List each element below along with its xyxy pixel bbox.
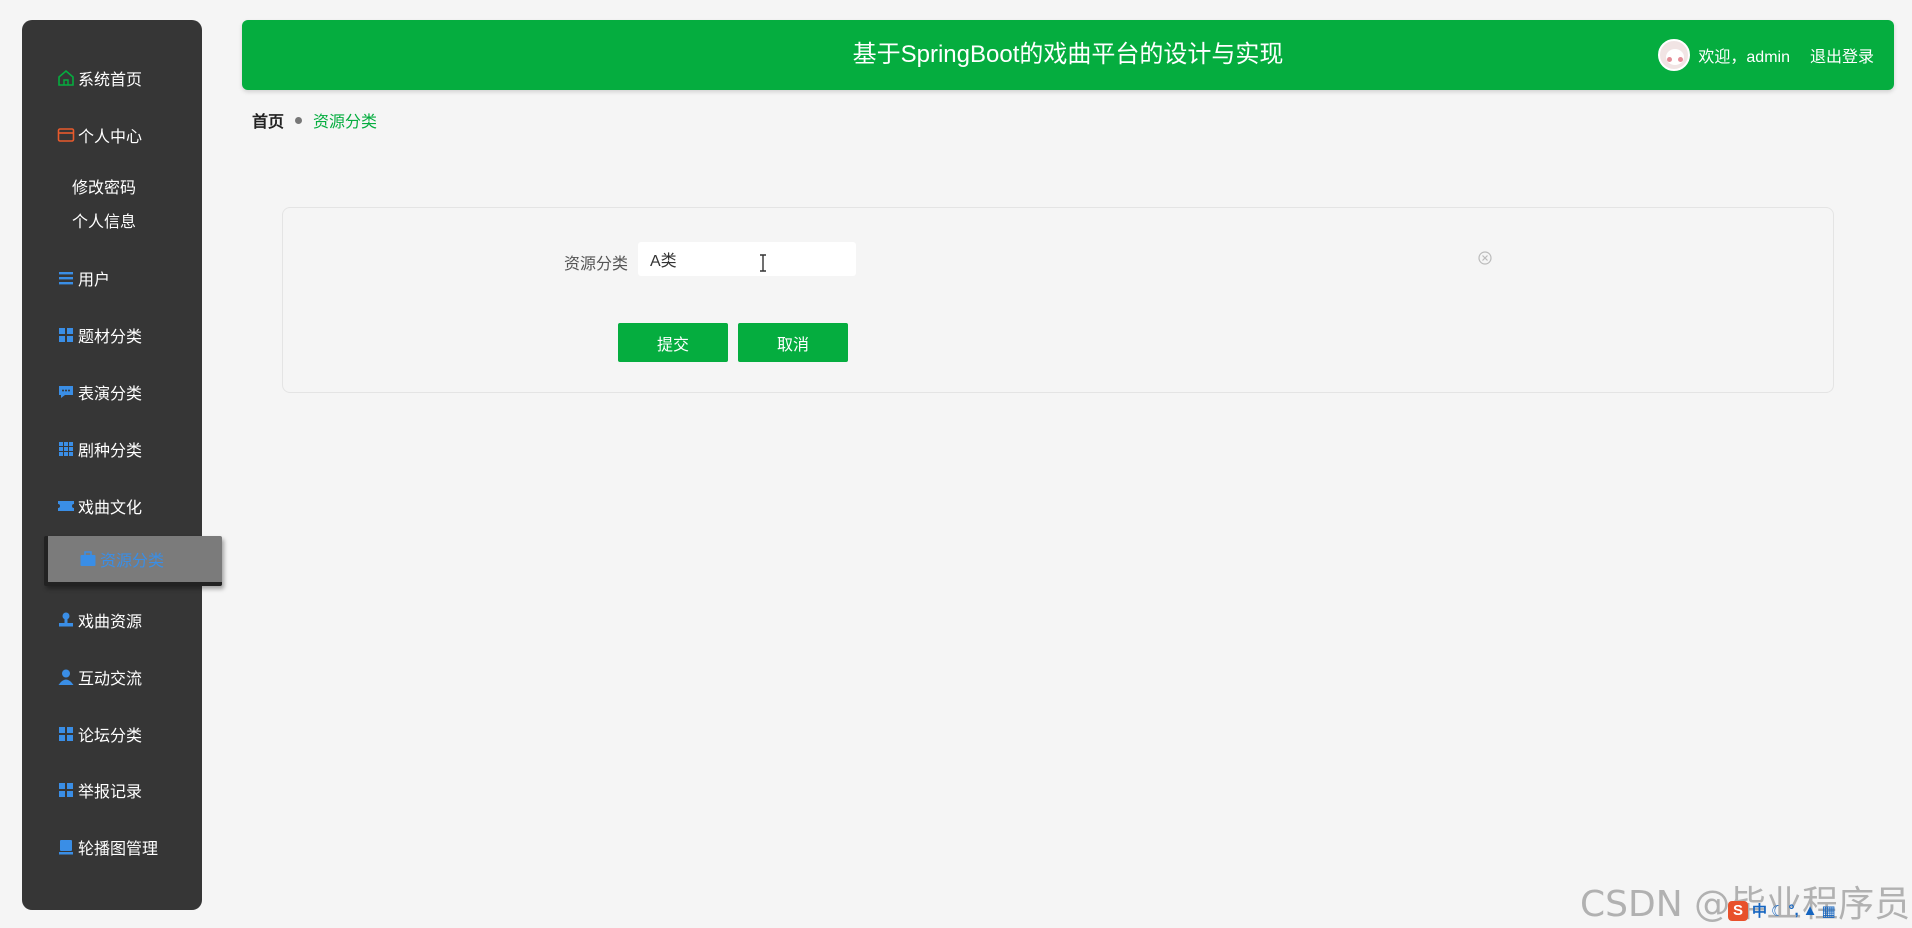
sidebar-item-label: 资源分类 [100, 553, 165, 570]
resource-category-input[interactable] [638, 242, 856, 276]
chat-icon [56, 382, 76, 402]
sidebar-item-label: 表演分类 [78, 386, 143, 403]
sidebar-item-personal-center[interactable]: 个人中心 [22, 115, 202, 155]
avatar[interactable] [1658, 39, 1691, 71]
page-title: 基于SpringBoot的戏曲平台的设计与实现 [852, 41, 1284, 68]
grid-icon: ▦ [1821, 902, 1836, 920]
sidebar-item-label: 举报记录 [78, 784, 143, 801]
sidebar-item-opera-culture[interactable]: 戏曲文化 [22, 486, 202, 526]
header-user: 欢迎，admin 退出登录 [1658, 20, 1874, 90]
grid-icon [56, 780, 76, 800]
sidebar-item-interaction[interactable]: 互动交流 [22, 657, 202, 697]
clear-icon[interactable] [1478, 251, 1492, 270]
sidebar-item-label: 轮播图管理 [78, 841, 159, 858]
cancel-button[interactable]: 取消 [738, 323, 848, 362]
sidebar-subitem-change-password[interactable]: 修改密码 [72, 172, 136, 200]
wallet-icon [56, 125, 76, 145]
ime-toolbar[interactable]: S 中 ☾ °, ▲ ▦ [1728, 900, 1836, 921]
sidebar-item-label: 戏曲资源 [78, 614, 143, 631]
breadcrumb: 首页 资源分类 [252, 108, 377, 132]
sidebar-item-theme-category[interactable]: 题材分类 [22, 315, 202, 355]
sidebar-item-label: 论坛分类 [78, 728, 143, 745]
welcome-text: 欢迎，admin [1698, 49, 1790, 66]
sidebar-item-forum-category[interactable]: 论坛分类 [22, 714, 202, 754]
breadcrumb-current: 资源分类 [313, 114, 378, 131]
sidebar-subitem-label: 修改密码 [72, 180, 137, 197]
home-icon [56, 68, 76, 88]
sidebar-item-label: 戏曲文化 [78, 500, 143, 517]
shirt-icon: ▲ [1802, 902, 1818, 919]
sidebar-item-label: 互动交流 [78, 671, 143, 688]
sidebar: 系统首页 个人中心 修改密码 个人信息 用户 题材分类 表演分类 剧种分类 戏曲… [22, 20, 222, 910]
sogou-logo-icon: S [1728, 900, 1748, 921]
user-icon [56, 667, 76, 687]
sidebar-item-performance-category[interactable]: 表演分类 [22, 372, 202, 412]
briefcase-icon [78, 549, 98, 569]
sidebar-item-opera-resources[interactable]: 戏曲资源 [22, 600, 202, 640]
grid-icon [56, 325, 76, 345]
sidebar-subitem-label: 个人信息 [72, 214, 137, 231]
sidebar-item-users[interactable]: 用户 [22, 258, 202, 298]
text-cursor-icon [758, 254, 768, 277]
sidebar-item-home[interactable]: 系统首页 [22, 58, 202, 98]
resource-category-label: 资源分类 [563, 256, 628, 273]
breadcrumb-separator [295, 116, 303, 124]
punctuation-icon: °, [1788, 902, 1799, 919]
sidebar-item-carousel-management[interactable]: 轮播图管理 [22, 827, 202, 867]
sidebar-item-resource-category[interactable]: 资源分类 [44, 536, 222, 586]
list-icon [56, 268, 76, 288]
monitor-icon [56, 837, 76, 857]
grid-nine-icon [56, 439, 76, 459]
sidebar-item-label: 用户 [78, 272, 111, 289]
sidebar-item-opera-type-category[interactable]: 剧种分类 [22, 429, 202, 469]
ime-mode: 中 [1752, 903, 1768, 920]
submit-button[interactable]: 提交 [618, 323, 728, 362]
sidebar-item-label: 题材分类 [78, 329, 143, 346]
top-header: 基于SpringBoot的戏曲平台的设计与实现 欢迎，admin 退出登录 [242, 20, 1894, 90]
breadcrumb-home[interactable]: 首页 [252, 108, 284, 132]
sidebar-item-label: 剧种分类 [78, 443, 143, 460]
ticket-icon [56, 496, 76, 516]
form-card [282, 207, 1834, 393]
sidebar-item-report-records[interactable]: 举报记录 [22, 770, 202, 810]
grid-icon [56, 724, 76, 744]
stamp-icon [56, 610, 76, 630]
sidebar-item-label: 个人中心 [78, 129, 143, 146]
logout-link[interactable]: 退出登录 [1810, 43, 1874, 67]
sidebar-item-label: 系统首页 [78, 72, 143, 89]
sidebar-subitem-personal-info[interactable]: 个人信息 [72, 206, 136, 234]
moon-icon: ☾ [1771, 902, 1785, 920]
